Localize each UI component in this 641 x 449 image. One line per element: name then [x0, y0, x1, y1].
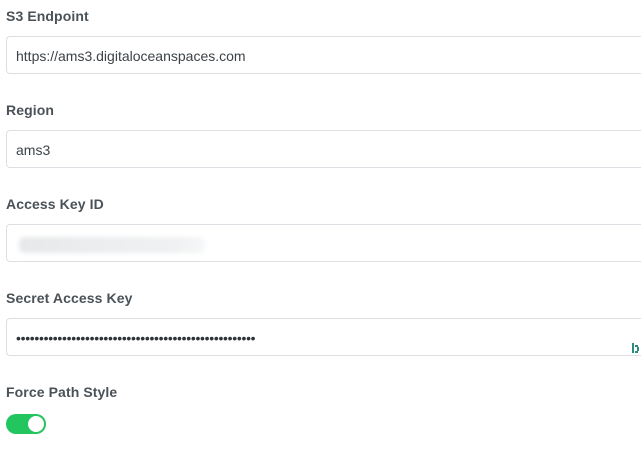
s3-endpoint-input[interactable]: https://ams3.digitaloceanspaces.com — [6, 36, 641, 74]
region-label: Region — [6, 102, 55, 118]
secret-access-key-value: ••••••••••••••••••••••••••••••••••••••••… — [16, 330, 256, 346]
region-input[interactable]: ams3 — [6, 130, 641, 168]
access-key-id-label: Access Key ID — [6, 196, 104, 212]
force-path-style-label: Force Path Style — [6, 384, 118, 400]
s3-settings-form: S3 Endpoint https://ams3.digitaloceanspa… — [0, 0, 641, 449]
secret-access-key-input[interactable]: ••••••••••••••••••••••••••••••••••••••••… — [6, 318, 641, 356]
reveal-password-icon[interactable] — [632, 331, 641, 353]
s3-endpoint-value: https://ams3.digitaloceanspaces.com — [16, 48, 246, 64]
s3-endpoint-label: S3 Endpoint — [6, 8, 89, 24]
access-key-id-input[interactable] — [6, 224, 641, 262]
secret-access-key-label: Secret Access Key — [6, 290, 133, 306]
force-path-style-toggle[interactable] — [6, 414, 46, 434]
redacted-value — [19, 237, 205, 253]
toggle-knob — [28, 416, 44, 432]
region-value: ams3 — [16, 142, 51, 158]
